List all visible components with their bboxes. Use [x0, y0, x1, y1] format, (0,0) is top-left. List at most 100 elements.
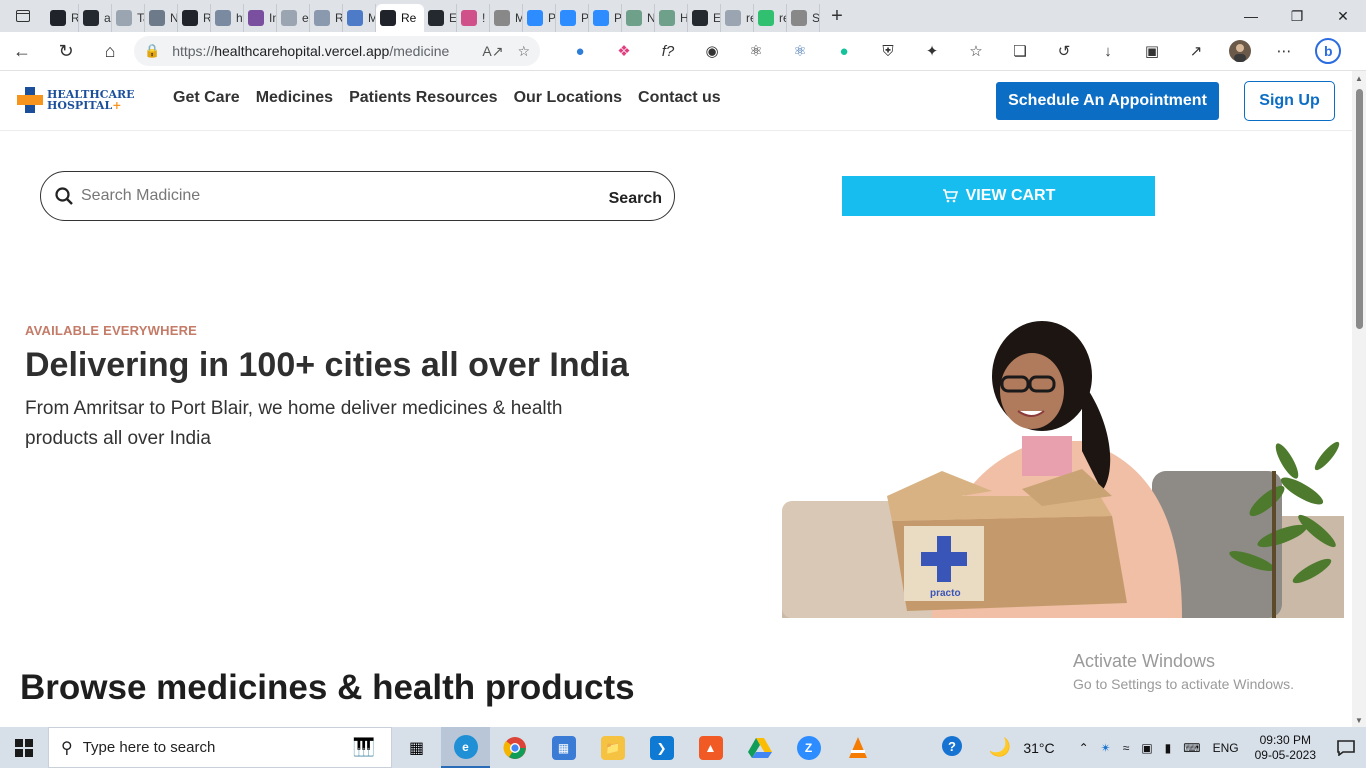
- extension-shield-icon[interactable]: ⛨: [866, 32, 910, 71]
- web-capture-icon[interactable]: ▣: [1130, 32, 1174, 71]
- browser-tab[interactable]: ht: [211, 4, 244, 32]
- minimize-button[interactable]: —: [1228, 0, 1274, 32]
- taskbar-zoom-app[interactable]: Z: [784, 727, 833, 768]
- scroll-down-arrow-icon[interactable]: ▼: [1354, 716, 1364, 725]
- search-button[interactable]: Search: [609, 184, 662, 208]
- browser-tab[interactable]: N: [622, 4, 655, 32]
- browser-tab[interactable]: as: [79, 4, 112, 32]
- search-input[interactable]: [81, 187, 601, 205]
- downloads-icon[interactable]: ↓: [1086, 32, 1130, 71]
- collections-icon[interactable]: ❏: [998, 32, 1042, 71]
- bluetooth-icon[interactable]: ✴: [1095, 741, 1117, 755]
- browser-tab[interactable]: Ta: [112, 4, 145, 32]
- sign-up-button[interactable]: Sign Up: [1244, 81, 1335, 121]
- extension-react-devtools-icon[interactable]: ⚛: [778, 32, 822, 71]
- search-highlight-icon: 🎹: [352, 737, 375, 757]
- browser-tab[interactable]: Ec: [688, 4, 721, 32]
- taskbar-vlc-app[interactable]: [833, 727, 882, 768]
- browser-tab[interactable]: Ec: [424, 4, 457, 32]
- back-button[interactable]: ←: [0, 32, 44, 71]
- nav-our-locations[interactable]: Our Locations: [514, 89, 622, 107]
- extension-color-icon[interactable]: ❖: [602, 32, 646, 71]
- extensions-puzzle-icon[interactable]: ✦: [910, 32, 954, 71]
- scroll-up-arrow-icon[interactable]: ▲: [1354, 74, 1364, 83]
- weather-moon-icon[interactable]: 🌙: [983, 737, 1017, 758]
- browser-tab[interactable]: Pc: [523, 4, 556, 32]
- notification-center-icon[interactable]: [1326, 727, 1366, 768]
- taskbar-search-box[interactable]: ⚲ Type here to search 🎹: [48, 727, 392, 768]
- show-hidden-icons-chevron-icon[interactable]: ⌃: [1073, 741, 1095, 755]
- settings-more-icon[interactable]: ⋯: [1262, 32, 1306, 71]
- wifi-icon[interactable]: ≈: [1117, 741, 1136, 755]
- schedule-appointment-button[interactable]: Schedule An Appointment: [996, 82, 1219, 120]
- taskbar-vscode-app[interactable]: ❯: [637, 727, 686, 768]
- taskbar-google-drive-app[interactable]: [735, 727, 784, 768]
- favorites-icon[interactable]: ☆: [954, 32, 998, 71]
- tab-title: Hc: [680, 11, 688, 25]
- browser-tab[interactable]: In: [244, 4, 277, 32]
- refresh-button[interactable]: ↻: [44, 32, 88, 71]
- extension-drop-icon[interactable]: ●: [558, 32, 602, 71]
- tab-title: Re: [335, 11, 343, 25]
- keyboard-icon[interactable]: ⌨: [1177, 741, 1206, 755]
- browser-tab[interactable]: Re: [178, 4, 211, 32]
- taskbar-clock[interactable]: 09:30 PM 09-05-2023: [1245, 733, 1326, 763]
- tab-title: re: [779, 11, 786, 25]
- bing-copilot-icon[interactable]: b: [1306, 32, 1350, 71]
- site-logo[interactable]: HEALTHCARE HOSPITAL+: [15, 85, 135, 115]
- tab-favicon-icon: [692, 10, 708, 26]
- browser-tab-active[interactable]: Re✕: [376, 4, 424, 32]
- address-bar[interactable]: 🔒 https://healthcarehopital.vercel.app/m…: [134, 36, 540, 66]
- browser-tab[interactable]: re: [754, 4, 787, 32]
- history-icon[interactable]: ↺: [1042, 32, 1086, 71]
- read-aloud-icon[interactable]: A↗: [482, 43, 503, 60]
- browser-tab[interactable]: Sc: [787, 4, 820, 32]
- browser-tab[interactable]: M: [490, 4, 523, 32]
- camera-icon[interactable]: ▣: [1135, 741, 1158, 755]
- extension-grammarly-icon[interactable]: ●: [822, 32, 866, 71]
- clock-time: 09:30 PM: [1259, 732, 1311, 747]
- extension-function-icon[interactable]: f?: [646, 32, 690, 71]
- start-button[interactable]: [0, 727, 48, 768]
- tab-favicon-icon: [149, 10, 165, 26]
- browser-tab[interactable]: Pc: [589, 4, 622, 32]
- browser-tab[interactable]: er: [277, 4, 310, 32]
- browser-tab[interactable]: M: [343, 4, 376, 32]
- browser-tab[interactable]: Pc: [556, 4, 589, 32]
- share-icon[interactable]: ↗: [1174, 32, 1218, 71]
- nav-contact-us[interactable]: Contact us: [638, 89, 721, 107]
- add-favorite-icon[interactable]: ☆: [517, 43, 530, 60]
- browser-tab[interactable]: ! S: [457, 4, 490, 32]
- extension-circle-icon[interactable]: ◉: [690, 32, 734, 71]
- tab-actions-icon[interactable]: [0, 0, 46, 32]
- battery-icon[interactable]: ▮: [1159, 741, 1178, 755]
- browser-tab[interactable]: N: [145, 4, 178, 32]
- tab-favicon-icon: [659, 10, 675, 26]
- page-scrollbar[interactable]: ▲ ▼: [1352, 71, 1366, 727]
- taskbar-file-explorer-app[interactable]: 📁: [588, 727, 637, 768]
- nav-get-care[interactable]: Get Care: [173, 89, 240, 107]
- task-view-button[interactable]: ▦: [392, 727, 441, 768]
- new-tab-button[interactable]: +: [820, 0, 854, 32]
- close-window-button[interactable]: ✕: [1320, 0, 1366, 32]
- input-language[interactable]: ENG: [1207, 741, 1245, 755]
- url-prefix: https://: [172, 43, 215, 59]
- browser-tab[interactable]: Re: [46, 4, 79, 32]
- extension-react-icon[interactable]: ⚛: [734, 32, 778, 71]
- taskbar-edge-app[interactable]: e: [441, 727, 490, 768]
- home-button[interactable]: ⌂: [88, 32, 132, 71]
- restore-button[interactable]: ❐: [1274, 0, 1320, 32]
- scrollbar-thumb[interactable]: [1356, 89, 1363, 329]
- help-icon[interactable]: ?: [935, 735, 969, 760]
- taskbar-brave-app[interactable]: ▲: [686, 727, 735, 768]
- view-cart-button[interactable]: VIEW CART: [842, 176, 1155, 216]
- profile-avatar[interactable]: [1218, 32, 1262, 71]
- browser-tab[interactable]: Re: [310, 4, 343, 32]
- nav-medicines[interactable]: Medicines: [256, 89, 333, 107]
- taskbar-store-app[interactable]: ▦: [539, 727, 588, 768]
- weather-temperature[interactable]: 31°C: [1017, 740, 1060, 756]
- taskbar-chrome-app[interactable]: [490, 727, 539, 768]
- nav-patients-resources[interactable]: Patients Resources: [349, 89, 498, 107]
- browser-tab[interactable]: re: [721, 4, 754, 32]
- browser-tab[interactable]: Hc: [655, 4, 688, 32]
